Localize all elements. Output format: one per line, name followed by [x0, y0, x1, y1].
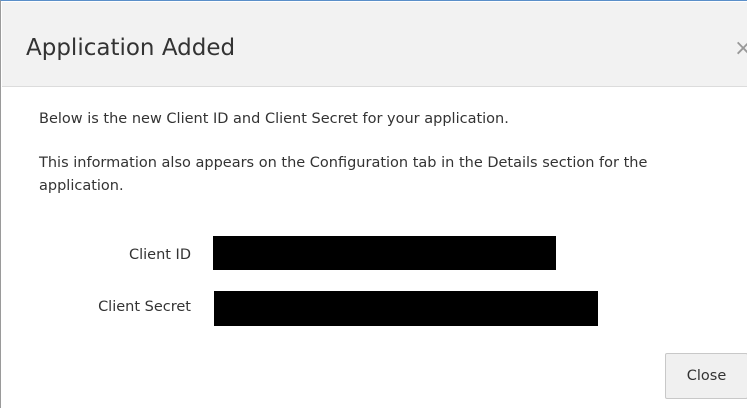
client-secret-label: Client Secret	[98, 299, 191, 315]
dialog-title: Application Added	[26, 35, 236, 61]
info-message-1: Below is the new Client ID and Client Se…	[39, 111, 509, 127]
client-secret-value-redacted	[214, 291, 598, 326]
close-icon[interactable]: ×	[734, 39, 747, 63]
application-added-dialog: Application Added × Below is the new Cli…	[0, 0, 747, 408]
close-button[interactable]: Close	[665, 353, 747, 399]
info-message-2: This information also appears on the Con…	[39, 155, 648, 194]
client-id-value-redacted	[213, 236, 556, 270]
dialog-header: Application Added ×	[2, 2, 747, 87]
client-id-label: Client ID	[128, 247, 191, 263]
